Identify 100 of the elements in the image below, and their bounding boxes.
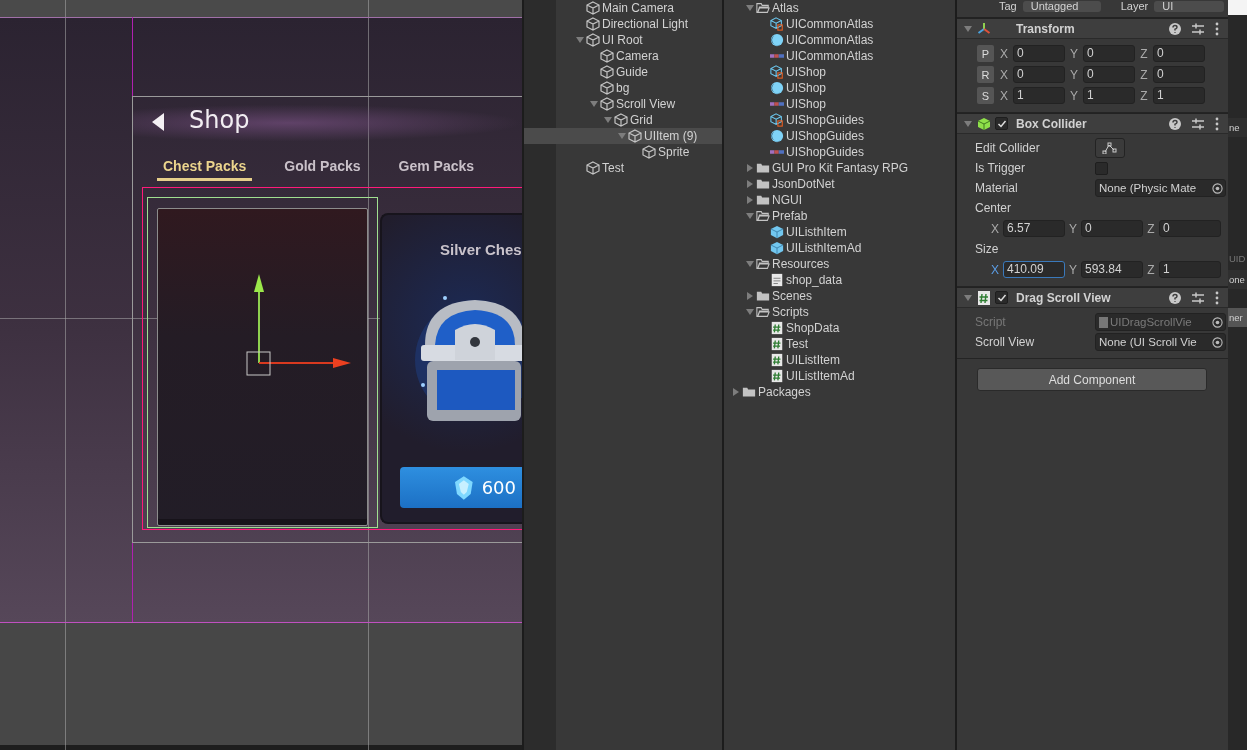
- open-folder-icon: [756, 209, 770, 223]
- help-icon[interactable]: [1168, 290, 1182, 305]
- price-label: 600: [481, 477, 516, 498]
- number-field[interactable]: 1: [1083, 87, 1135, 104]
- enable-checkbox[interactable]: [995, 117, 1008, 130]
- asset-item[interactable]: UIShop: [724, 80, 955, 96]
- number-field[interactable]: 1: [1153, 87, 1205, 104]
- asset-item[interactable]: UIShop: [724, 96, 955, 112]
- object-field[interactable]: None (UI Scroll Vie: [1095, 333, 1226, 351]
- asset-item[interactable]: NGUI: [724, 192, 955, 208]
- asset-item[interactable]: shop_data: [724, 272, 955, 288]
- cube-outline-icon: [600, 65, 614, 79]
- open-folder-icon: [756, 1, 770, 15]
- asset-item[interactable]: UICommonAtlas: [724, 32, 955, 48]
- asset-item[interactable]: UIShopGuides: [724, 128, 955, 144]
- more-icon[interactable]: [1214, 21, 1220, 36]
- asset-item[interactable]: UIShop: [724, 64, 955, 80]
- more-icon[interactable]: [1214, 116, 1220, 131]
- asset-item[interactable]: UIListItemAd: [724, 368, 955, 384]
- number-field[interactable]: 0: [1083, 66, 1135, 83]
- asset-item[interactable]: UIShopGuides: [724, 144, 955, 160]
- component-title: Drag Scroll View: [1016, 290, 1112, 305]
- asset-item[interactable]: UIShopGuides: [724, 112, 955, 128]
- number-field[interactable]: 1: [1013, 87, 1065, 104]
- collapse-arrow-icon[interactable]: [963, 292, 973, 303]
- axis-label: Y: [1069, 88, 1079, 103]
- field-fragment[interactable]: ne: [1228, 118, 1247, 137]
- tab[interactable]: Gem Packs: [392, 158, 481, 181]
- tab[interactable]: Chest Packs: [157, 158, 253, 181]
- asset-item[interactable]: UIListhItem: [724, 224, 955, 240]
- cube-outline-icon: [600, 49, 614, 63]
- asset-item[interactable]: JsonDotNet: [724, 176, 955, 192]
- number-field[interactable]: 0: [1013, 45, 1065, 62]
- checkbox[interactable]: [1095, 161, 1108, 175]
- price-button[interactable]: 600: [400, 467, 522, 508]
- asset-item[interactable]: Scenes: [724, 288, 955, 304]
- field-fragment[interactable]: one: [1228, 270, 1247, 289]
- cube-outline-icon: [614, 113, 628, 127]
- asset-item[interactable]: Scripts: [724, 304, 955, 320]
- transform-mode-button[interactable]: S: [977, 87, 994, 104]
- number-field[interactable]: 1: [1159, 261, 1221, 278]
- object-picker-icon[interactable]: [1212, 336, 1223, 348]
- tree-item[interactable]: Scroll View: [524, 96, 722, 112]
- asset-item[interactable]: ShopData: [724, 320, 955, 336]
- tab[interactable]: Gold Packs: [278, 158, 367, 181]
- number-field[interactable]: 0: [1013, 66, 1065, 83]
- tree-item[interactable]: Grid: [524, 112, 722, 128]
- edit-collider-button[interactable]: [1095, 138, 1125, 158]
- tree-item[interactable]: Test: [524, 160, 722, 176]
- tag-dropdown[interactable]: Untagged: [1022, 1, 1101, 12]
- number-field[interactable]: 0: [1081, 220, 1143, 237]
- sphere-icon: [770, 33, 784, 47]
- tree-item[interactable]: UI Root: [524, 32, 722, 48]
- number-field[interactable]: 0: [1153, 45, 1205, 62]
- asset-item[interactable]: UIListhItemAd: [724, 240, 955, 256]
- tree-item[interactable]: Sprite: [524, 144, 722, 160]
- asset-item[interactable]: Resources: [724, 256, 955, 272]
- back-icon[interactable]: [150, 112, 166, 132]
- asset-item[interactable]: UICommonAtlas: [724, 16, 955, 32]
- asset-item[interactable]: GUI Pro Kit Fantasy RPG: [724, 160, 955, 176]
- number-field[interactable]: 410.09: [1003, 261, 1065, 278]
- asset-item[interactable]: UICommonAtlas: [724, 48, 955, 64]
- more-icon[interactable]: [1214, 290, 1220, 305]
- cube-icon: [770, 225, 784, 239]
- transform-mode-button[interactable]: P: [977, 45, 994, 62]
- tree-item[interactable]: bg: [524, 80, 722, 96]
- tree-item[interactable]: Directional Light: [524, 16, 722, 32]
- object-picker-icon[interactable]: [1212, 182, 1223, 194]
- asset-item[interactable]: UIListItem: [724, 352, 955, 368]
- asset-item[interactable]: Prefab: [724, 208, 955, 224]
- number-field[interactable]: 0: [1083, 45, 1135, 62]
- help-icon[interactable]: [1168, 21, 1182, 36]
- asset-item[interactable]: Atlas: [724, 0, 955, 16]
- asset-item[interactable]: Packages: [724, 384, 955, 400]
- number-field[interactable]: 0: [1153, 66, 1205, 83]
- selected-tree-item[interactable]: UIItem (9): [524, 128, 722, 144]
- asset-item[interactable]: Test: [724, 336, 955, 352]
- number-field[interactable]: 6.57: [1003, 220, 1065, 237]
- tree-item[interactable]: Camera: [524, 48, 722, 64]
- settings-sliders-icon[interactable]: [1191, 21, 1205, 36]
- object-field[interactable]: None (Physic Mate: [1095, 179, 1226, 197]
- folder-icon: [742, 385, 756, 399]
- number-field[interactable]: 593.84: [1081, 261, 1143, 278]
- transform-mode-button[interactable]: R: [977, 66, 994, 83]
- collapse-arrow-icon[interactable]: [963, 23, 973, 34]
- layer-dropdown[interactable]: UI: [1154, 1, 1225, 12]
- enable-checkbox[interactable]: [995, 291, 1008, 304]
- settings-sliders-icon[interactable]: [1191, 116, 1205, 131]
- settings-sliders-icon[interactable]: [1191, 290, 1205, 305]
- number-field[interactable]: 0: [1159, 220, 1221, 237]
- help-icon[interactable]: [1168, 116, 1182, 131]
- axis-label: Y: [1069, 67, 1079, 82]
- layer-label: Layer: [1120, 1, 1149, 12]
- cube-file-icon: [770, 113, 784, 127]
- add-component-button[interactable]: Add Component: [977, 368, 1207, 391]
- tree-item[interactable]: Main Camera: [524, 0, 722, 16]
- collapse-arrow-icon[interactable]: [963, 118, 973, 129]
- button-fragment[interactable]: ner: [1228, 308, 1247, 327]
- offer-title: Silver Ches: [440, 241, 522, 258]
- tree-item[interactable]: Guide: [524, 64, 722, 80]
